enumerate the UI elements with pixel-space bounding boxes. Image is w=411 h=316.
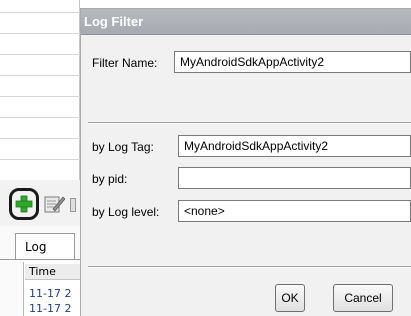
tab-divider [0,259,80,260]
dialog-title: Log Filter [84,14,144,29]
separator [88,122,411,124]
pid-label: by pid: [92,172,128,186]
dialog-titlebar[interactable]: Log Filter [81,9,411,35]
list-row-divider [0,96,80,97]
list-row-divider [0,33,80,34]
list-row-divider [0,54,80,55]
list-row-divider [0,159,80,160]
list-row-divider [0,12,80,13]
filter-name-field[interactable]: MyAndroidSdkAppActivity2 [174,51,411,73]
edit-filter-icon[interactable] [44,194,66,214]
add-filter-button[interactable] [9,188,39,220]
log-tag-label: by Log Tag: [92,140,154,154]
log-level-select[interactable]: <none> [178,200,411,222]
add-filter-icon [15,195,33,213]
tab-log[interactable]: Log [15,233,75,259]
log-tag-field[interactable]: MyAndroidSdkAppActivity2 [178,135,411,157]
table-row[interactable]: 11-17 2 [29,302,71,315]
list-row-divider [0,138,80,139]
separator [88,266,411,268]
toolbar-button-fragment[interactable] [70,198,76,212]
list-row-divider [0,117,80,118]
column-header-time[interactable]: Time [25,264,80,280]
pid-field[interactable] [178,167,411,189]
filter-name-label: Filter Name: [92,56,158,70]
log-level-label: by Log level: [92,205,160,219]
cancel-button[interactable]: Cancel [333,284,393,312]
background-list-panel [0,0,80,180]
list-row-divider [0,75,80,76]
ok-button[interactable]: OK [275,284,305,312]
table-row[interactable]: 11-17 2 [29,287,71,300]
